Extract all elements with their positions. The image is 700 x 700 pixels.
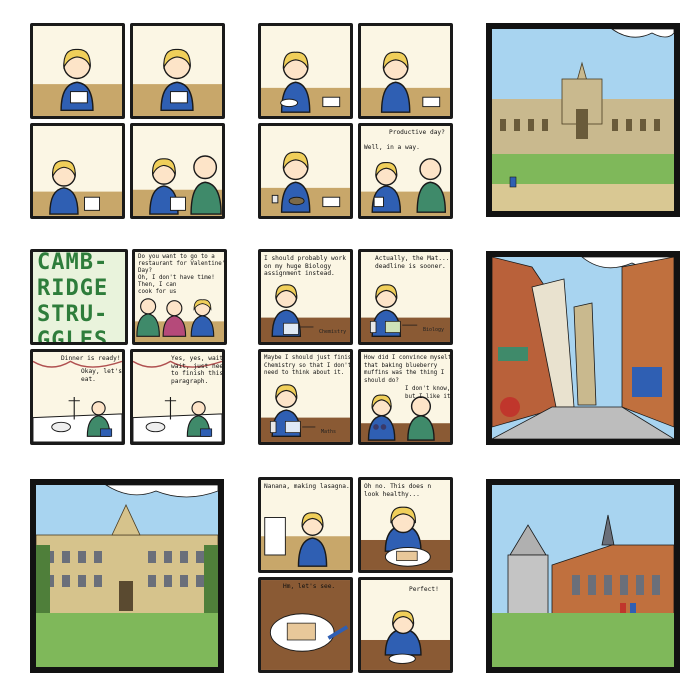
speech-text: I should probably work on my huge Biolog… <box>264 255 346 278</box>
speech-text: Dinner is ready! <box>61 355 121 362</box>
comic-panel: Hm, let's see. <box>258 577 353 673</box>
post-tile-3[interactable] <box>478 15 688 225</box>
character-eating-illustration <box>261 151 350 216</box>
post-tile-9[interactable] <box>478 471 688 681</box>
comic-panel: Do you want to go to a restaurant for Va… <box>132 249 227 345</box>
series-title: CAMB- RIDGE STRU- GGLES <box>37 250 109 345</box>
two-characters-illustration <box>133 155 222 216</box>
comic-panel <box>30 123 125 219</box>
speech-text: How did I convince myself that baking bl… <box>364 355 452 384</box>
photo-chapel <box>486 479 680 673</box>
comic-panel: Nanana, making lasagna. <box>258 477 353 573</box>
character-excited-illustration <box>33 160 122 216</box>
college-building-illustration <box>492 29 674 211</box>
post-tile-7[interactable] <box>22 471 232 681</box>
comic-panel <box>358 23 453 119</box>
comic-panel <box>130 23 225 119</box>
speech-text: Perfect! <box>409 586 439 593</box>
character-thinking-illustration <box>261 51 350 116</box>
lasagna-closeup-illustration <box>261 580 350 670</box>
character-writing-illustration <box>133 48 222 116</box>
book-label: Biology <box>423 327 445 333</box>
post-tile-5[interactable]: I should probably work on my huge Biolog… <box>250 243 460 453</box>
speech-text: Actually, the Mat... deadline is sooner. <box>375 255 450 270</box>
post-tile-6[interactable] <box>478 243 688 453</box>
character-cooking-illustration <box>261 512 350 570</box>
dinner-table-illustration <box>33 360 122 442</box>
comic-panel: Dinner is ready! Okay, let's eat. <box>30 349 125 445</box>
speech-text: Productive day? <box>389 129 445 136</box>
photo-street <box>486 251 680 445</box>
college-court-illustration <box>36 485 218 667</box>
comic-panel: Oh no. This does n look healthy... <box>358 477 453 573</box>
photo-college-court <box>30 479 224 673</box>
comic-panel <box>30 23 125 119</box>
comic-panel: Actually, the Mat... deadline is sooner.… <box>358 249 453 345</box>
speech-text: Maybe I should just finish Chemistry so … <box>264 355 353 377</box>
speech-reply: Okay, let's eat. <box>81 368 122 383</box>
speech-reply: Well, in a way. <box>364 144 420 151</box>
speech-reply: Oh, I don't have time! Then, I can cook … <box>138 275 215 295</box>
book-label: Maths <box>321 429 337 435</box>
speech-text: Do you want to go to a restaurant for Va… <box>138 254 227 274</box>
comic-panel: Maybe I should just finish Chemistry so … <box>258 349 353 445</box>
speech-text: Oh no. This does n look healthy... <box>364 483 432 498</box>
comic-panel: Perfect! <box>358 577 453 673</box>
character-writing-illustration <box>33 48 122 116</box>
comic-panel: I should probably work on my huge Biolog… <box>258 249 353 345</box>
character-thinking-illustration <box>361 51 450 116</box>
comic-panel: How did I convince myself that baking bl… <box>358 349 453 445</box>
speech-text: Nanana, making lasagna. <box>264 483 350 490</box>
post-tile-8[interactable]: Nanana, making lasagna. Oh no. This does… <box>250 471 460 681</box>
speech-reply: I don't know, but I like it. <box>405 386 453 400</box>
comic-panel <box>130 123 225 219</box>
photo-college-building <box>486 23 680 217</box>
post-tile-1[interactable] <box>22 15 232 225</box>
comic-panel <box>258 123 353 219</box>
book-label: Chemistry <box>319 329 347 335</box>
street-illustration <box>492 257 674 439</box>
post-tile-2[interactable]: Productive day? Well, in a way. <box>250 15 460 225</box>
series-title-panel: CAMB- RIDGE STRU- GGLES <box>30 249 128 345</box>
comic-panel: Yes, yes, wait, wait, just need to finis… <box>130 349 225 445</box>
chapel-illustration <box>492 485 674 667</box>
post-tile-4[interactable]: CAMB- RIDGE STRU- GGLES Do you want to g… <box>22 243 232 453</box>
speech-text: Yes, yes, wait, wait, just need to finis… <box>171 355 224 385</box>
speech-text: Hm, let's see. <box>283 583 336 590</box>
two-characters-illustration <box>361 158 450 216</box>
comic-panel: Productive day? Well, in a way. <box>358 123 453 219</box>
comic-panel <box>258 23 353 119</box>
